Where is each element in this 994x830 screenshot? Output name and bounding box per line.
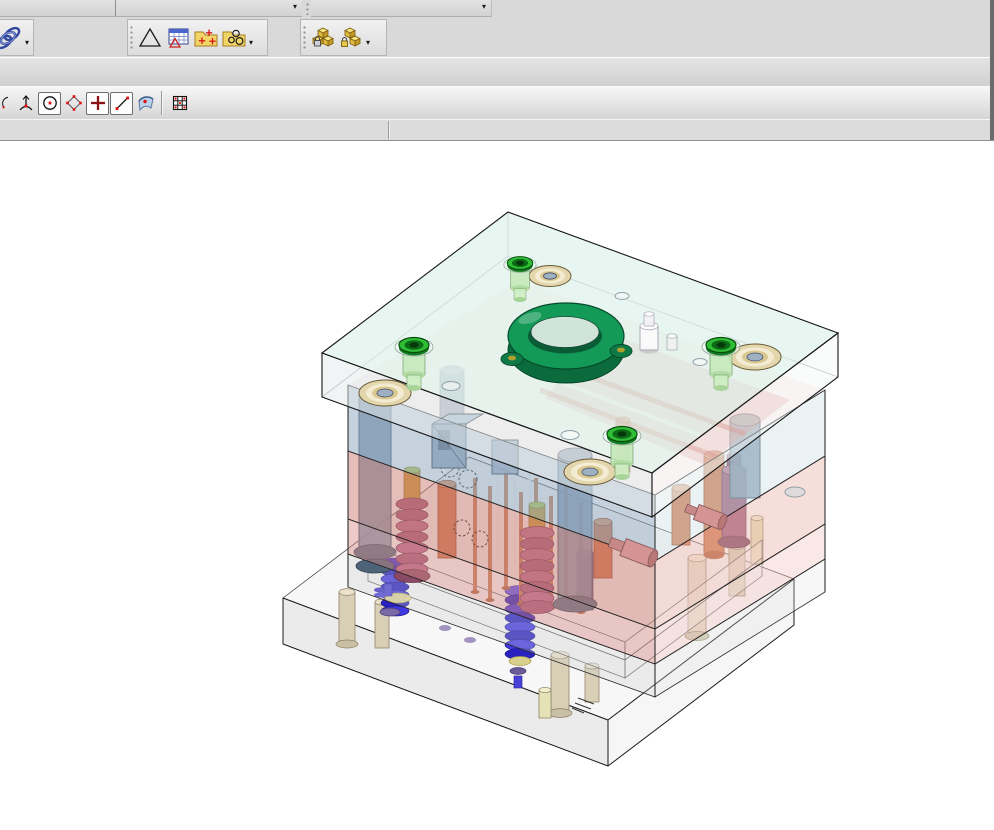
- triangle-icon[interactable]: [136, 23, 164, 53]
- toolbar-separator: [161, 91, 163, 115]
- guide-bushing: [528, 265, 572, 287]
- cad-application-window: { "chrome": { "dropdown_glyph": "▾", "ro…: [0, 0, 994, 830]
- toolbar-row-top: ▾ ▾: [0, 0, 994, 17]
- quadrant-snap-icon[interactable]: [62, 92, 85, 115]
- toolbar-dock-slot-middle[interactable]: ▾: [116, 0, 302, 17]
- surface-snap-icon[interactable]: [134, 92, 157, 115]
- empty-toolbar-strip: [0, 57, 994, 87]
- normal-snap-icon[interactable]: [14, 92, 37, 115]
- chevron-down-icon[interactable]: ▾: [249, 38, 253, 47]
- mold-assembly-model: [282, 211, 840, 767]
- prompt-bar: [0, 119, 994, 141]
- intersection-snap-icon[interactable]: [86, 91, 109, 115]
- snap-toolbar: [0, 86, 994, 120]
- toolbar-dock-slot-right[interactable]: ▾: [311, 0, 492, 17]
- toolbar-group-assembly: ▾: [300, 19, 387, 56]
- toolbar-grip[interactable]: [306, 2, 309, 15]
- point-grid-icon[interactable]: [168, 92, 191, 115]
- window-edge-strip: [990, 0, 994, 140]
- 3d-viewport[interactable]: [0, 140, 994, 830]
- toolbar-dock-slot-left[interactable]: [0, 0, 116, 17]
- guide-bushing: [358, 379, 412, 407]
- toolbar-grip[interactable]: [303, 24, 306, 51]
- toolbar-row-main: ▾ ▾ ▾: [0, 17, 994, 57]
- endpoint-snap-icon[interactable]: [0, 92, 13, 115]
- toolbar-group-sketch: ▾: [0, 19, 34, 56]
- toolbar-dock: ▾ ▾ ▾ ▾ ▾: [0, 0, 994, 141]
- chevron-down-icon[interactable]: ▾: [293, 3, 297, 11]
- midpoint-snap-icon[interactable]: [110, 91, 133, 115]
- cubes-lock-icon[interactable]: [309, 23, 337, 53]
- folder-points-icon[interactable]: [192, 23, 220, 53]
- chevron-down-icon[interactable]: ▾: [366, 38, 370, 47]
- guide-bushing: [563, 458, 617, 486]
- folder-circles-icon[interactable]: [220, 23, 248, 53]
- cubes-stack-icon[interactable]: [337, 23, 365, 53]
- toolbar-group-utility: ▾: [127, 19, 268, 56]
- toolbar-grip[interactable]: [130, 24, 133, 51]
- point-table-icon[interactable]: [164, 23, 192, 53]
- chevron-down-icon[interactable]: ▾: [25, 38, 29, 47]
- center-snap-icon[interactable]: [38, 91, 61, 115]
- spring-coil-icon[interactable]: [0, 23, 24, 53]
- prompt-bar-separator: [388, 121, 390, 139]
- chevron-down-icon[interactable]: ▾: [482, 3, 486, 11]
